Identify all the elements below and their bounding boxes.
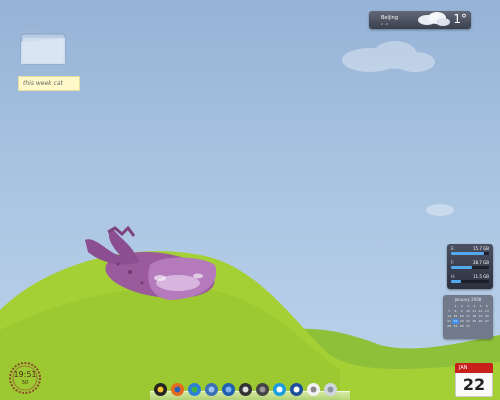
drive-bar xyxy=(451,252,489,255)
folder-note: this week cat xyxy=(18,76,80,91)
skype-icon xyxy=(272,383,286,396)
clapper-dock-item[interactable] xyxy=(237,379,253,397)
desktop-folder[interactable]: this week cat xyxy=(18,24,80,91)
drive-label: E: xyxy=(451,246,455,251)
messenger-dock-item[interactable] xyxy=(186,379,202,397)
skype-dock-item[interactable] xyxy=(271,379,287,397)
disc-dock-item[interactable] xyxy=(254,379,270,397)
drive-row: E: 15.7 GB xyxy=(447,244,493,258)
calendar-grid: 1 2 3 4 5 6 7 8 9 10 11 12 13 14 15 16 17 18 19 20 21 22 23 24 2… xyxy=(446,304,490,329)
dock-icons xyxy=(152,379,338,397)
firefox-dock-item[interactable] xyxy=(169,379,185,397)
drive-size: 15.7 GB xyxy=(472,246,489,251)
drive-size: 11.5 GB xyxy=(472,274,489,279)
clock-widget[interactable]: 19:51 50 xyxy=(8,361,42,395)
weather-widget[interactable]: Beijing 2 - 0 1° xyxy=(369,11,471,29)
disc-icon xyxy=(255,383,269,396)
drive-bar xyxy=(451,280,489,283)
drive-label: H: xyxy=(451,274,456,279)
drive-row: H: 11.5 GB xyxy=(447,272,493,286)
webcam-icon xyxy=(204,383,218,396)
ipod-icon xyxy=(306,383,320,396)
drive-usage-widget[interactable]: E: 15.7 GB F: 28.7 GB H: 11.5 GB xyxy=(447,244,493,289)
folder-icon xyxy=(20,30,66,65)
drive-size: 28.7 GB xyxy=(472,260,489,265)
bittorrent-icon xyxy=(289,383,303,396)
drive-label: F: xyxy=(451,260,455,265)
calendar-header: January 2008 xyxy=(454,297,482,302)
cloud-shapes xyxy=(342,41,454,216)
recycle-bin-icon xyxy=(323,383,337,396)
drive-bar xyxy=(451,266,489,269)
ipod-dock-item[interactable] xyxy=(305,379,321,397)
drive-fill xyxy=(451,280,461,283)
webcam-dock-item[interactable] xyxy=(203,379,219,397)
weather-temp: 1° xyxy=(453,12,467,26)
messenger-icon xyxy=(187,383,201,396)
clapper-icon xyxy=(238,383,252,396)
calendar-day[interactable]: 27 xyxy=(484,319,490,324)
drive-fill xyxy=(451,252,485,255)
calendar-tile[interactable]: JAN 22 xyxy=(455,363,493,397)
drive-row: F: 28.7 GB xyxy=(447,258,493,272)
qq-icon xyxy=(153,383,167,396)
dock xyxy=(150,377,350,400)
weather-details: 2 - 0 xyxy=(381,22,388,26)
clock-time: 19:51 xyxy=(13,370,37,379)
bittorrent-dock-item[interactable] xyxy=(288,379,304,397)
clock-seconds: 50 xyxy=(21,380,29,386)
weather-city: Beijing xyxy=(381,15,399,21)
firefox-icon xyxy=(170,383,184,396)
calendar-day[interactable]: 31 xyxy=(465,324,471,329)
media-player-icon xyxy=(221,383,235,396)
calendar-tile-day: 22 xyxy=(455,373,493,397)
calendar-widget[interactable]: January 2008 1 2 3 4 5 6 7 8 9 10 11 12 13 14 15 16 17 18… xyxy=(443,295,493,339)
media-player-dock-item[interactable] xyxy=(220,379,236,397)
desktop: this week cat Beijing 2 - 0 1° E: 15.7 G… xyxy=(0,0,500,400)
cloud-icon xyxy=(418,12,450,26)
recycle-bin-dock-item[interactable] xyxy=(322,379,338,397)
qq-dock-item[interactable] xyxy=(152,379,168,397)
drive-fill xyxy=(451,266,472,269)
calendar-tile-month: JAN xyxy=(455,363,493,373)
